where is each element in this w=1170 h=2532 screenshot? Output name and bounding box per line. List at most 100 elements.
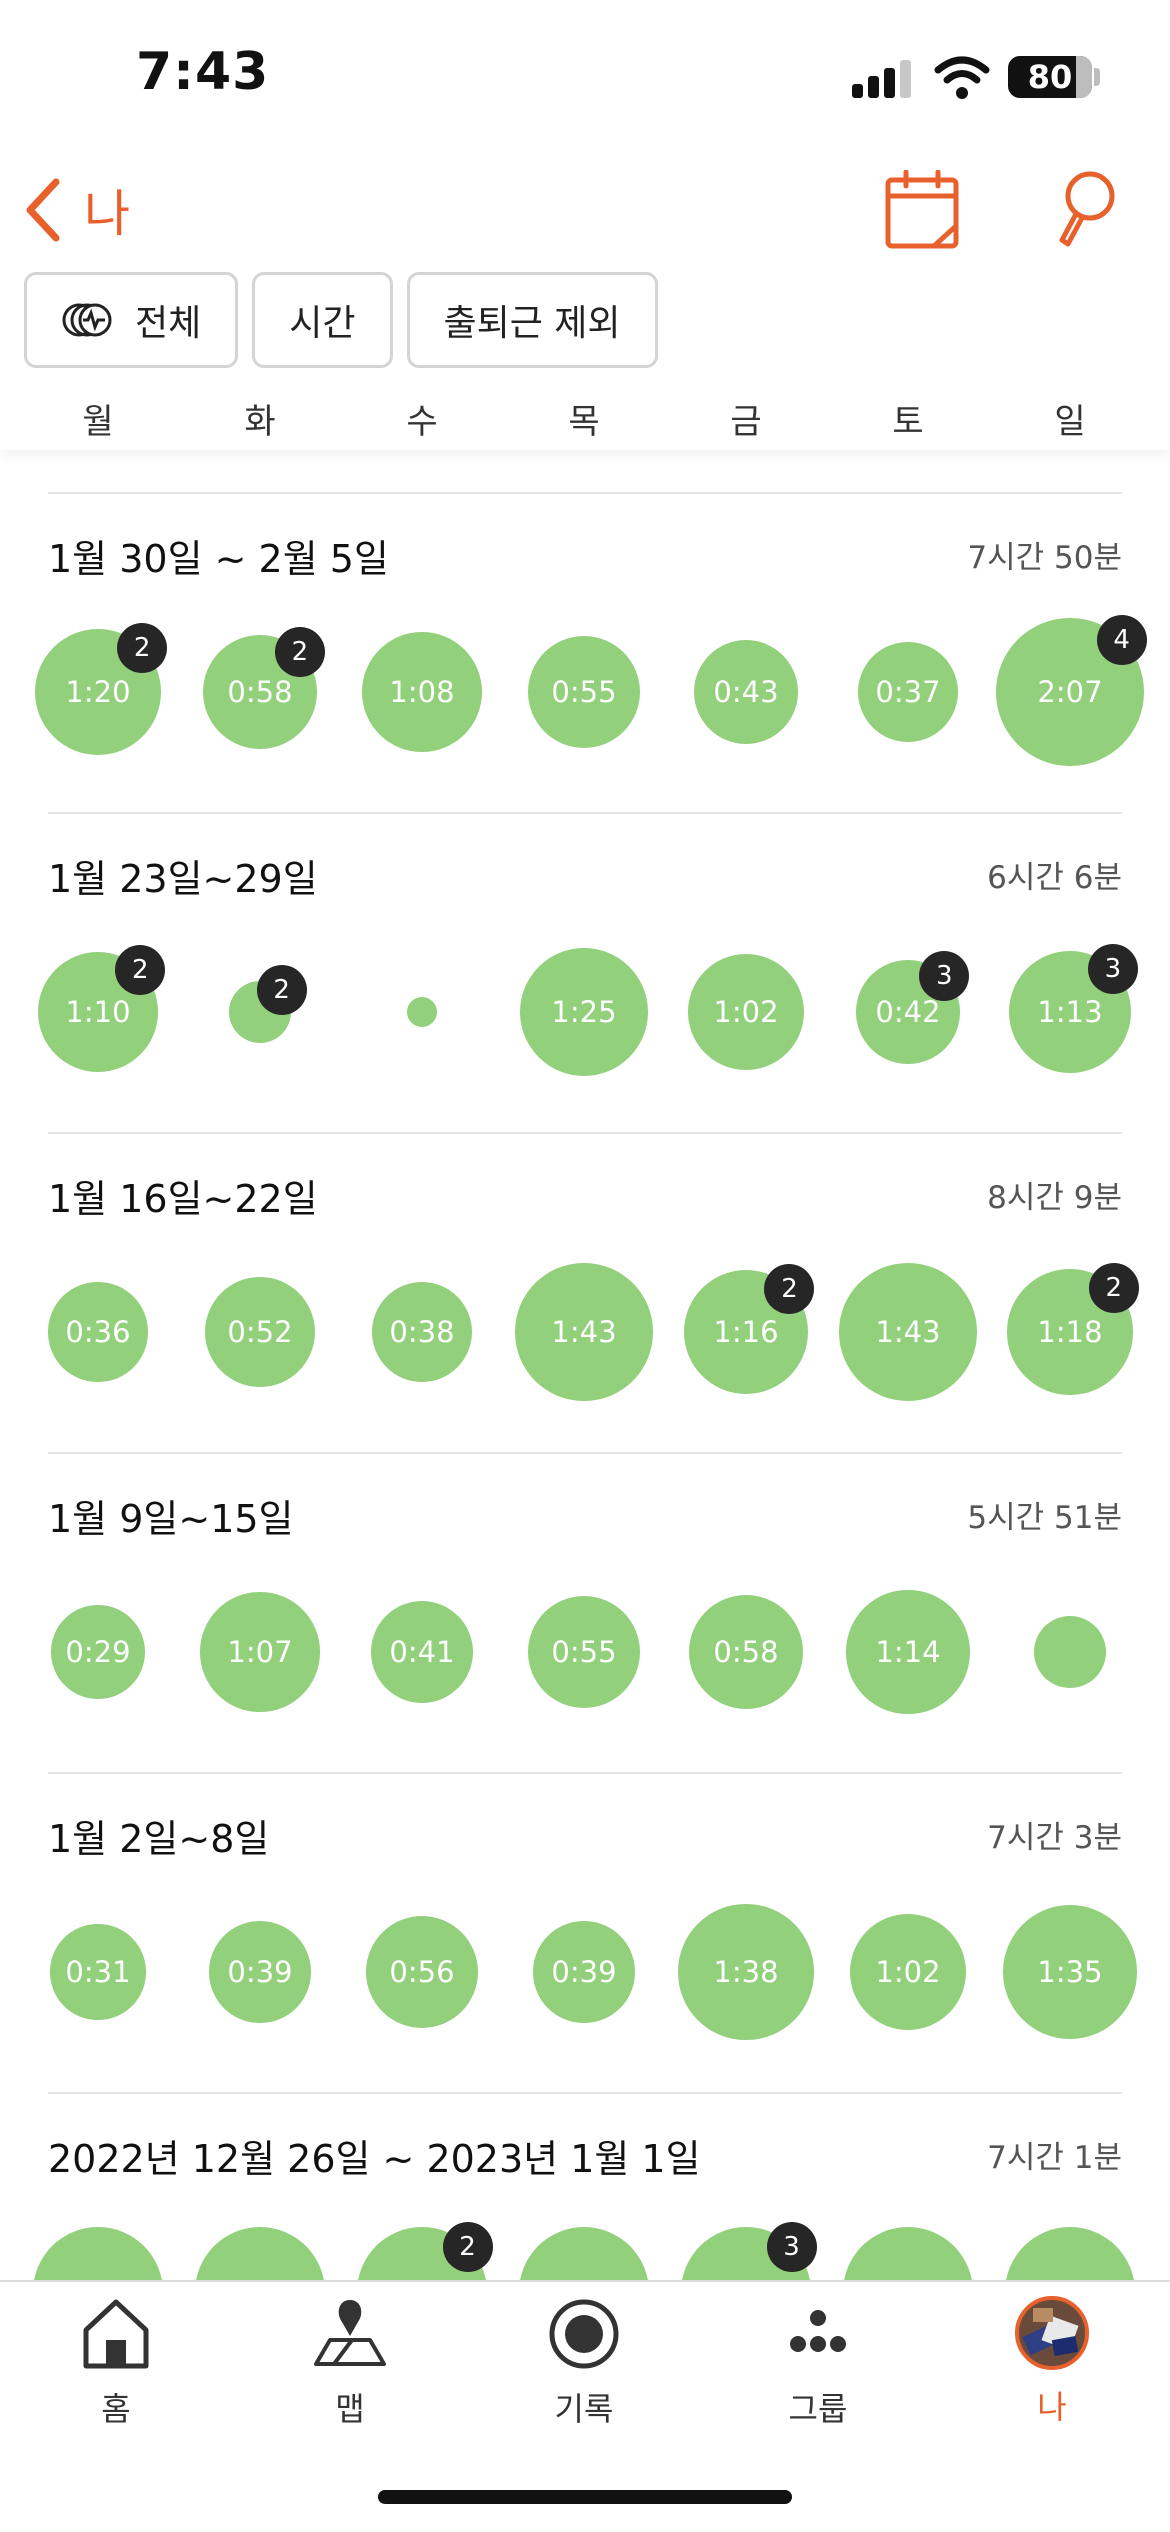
day-activity-bubble[interactable]: 1:25 (519, 947, 649, 1077)
activity-count-badge: 2 (1088, 1263, 1139, 1314)
day-activity-bubble[interactable]: 0:43 (693, 639, 799, 745)
week-section[interactable]: 1월 16일~22일 8시간 9분 0:36 0:52 0:38 1:43 1:16 2 1:4… (0, 1132, 1170, 1452)
nav-bar: 나 (0, 160, 1170, 270)
day-activity-bubble[interactable]: 0:55 (527, 635, 641, 749)
activity-count-badge: 2 (117, 622, 168, 673)
tab-record[interactable]: 기록 (514, 2296, 654, 2430)
week-divider (48, 1452, 1122, 1454)
week-total: 7시간 1분 (987, 2140, 1122, 2176)
week-divider (48, 2092, 1122, 2094)
week-total: 7시간 50분 (967, 540, 1122, 576)
day-activity-bubble[interactable] (407, 997, 437, 1027)
day-activity-bubble[interactable]: 1:35 (1003, 1905, 1137, 2039)
activity-count-badge: 3 (919, 950, 970, 1001)
week-total: 7시간 3분 (987, 1820, 1122, 1856)
week-total: 6시간 6분 (987, 860, 1122, 896)
tab-map[interactable]: 맵 (280, 2296, 420, 2430)
filter-chip-exclude-commute[interactable]: 출퇴근 제외 (406, 272, 658, 368)
week-divider (48, 812, 1122, 814)
activity-count-badge: 2 (764, 1263, 815, 1314)
status-time: 7:43 (136, 42, 270, 102)
day-activity-bubble[interactable] (1034, 1616, 1106, 1688)
week-title: 1월 2일~8일 (48, 1817, 270, 1861)
tab-label: 맵 (335, 2390, 365, 2428)
tab-label: 그룹 (788, 2390, 848, 2428)
day-activity-bubble[interactable]: 0:56 (365, 1915, 479, 2029)
week-total: 8시간 9분 (987, 1180, 1122, 1216)
home-icon (83, 2299, 149, 2369)
avatar (1015, 2296, 1089, 2370)
activity-count-badge: 4 (1096, 615, 1147, 666)
day-activity-bubble[interactable]: 1:14 (846, 1590, 970, 1714)
day-activity-bubble[interactable]: 1:07 (200, 1592, 320, 1712)
week-section[interactable]: 1월 9일~15일 5시간 51분 0:29 1:07 0:41 0:55 0:58 1:14 (0, 1452, 1170, 1772)
day-activity-bubble[interactable]: 0:29 (51, 1605, 145, 1699)
activity-count-badge: 2 (442, 2221, 493, 2272)
day-activity-bubble[interactable]: 0:36 (48, 1282, 148, 1382)
activity-count-badge: 2 (115, 944, 166, 995)
week-title: 2022년 12월 26일 ~ 2023년 1월 1일 (48, 2137, 701, 2181)
week-section[interactable]: 1월 30일 ~ 2월 5일 7시간 50분 1:20 2 0:58 2 1:08 0:55 0… (0, 492, 1170, 812)
day-activity-bubble[interactable]: 0:39 (533, 1921, 635, 2023)
back-label: 나 (84, 185, 130, 243)
filter-chips: 전체 시간 출퇴근 제외 (24, 272, 658, 368)
map-icon (314, 2300, 386, 2366)
tab-group[interactable]: 그룹 (748, 2296, 888, 2430)
day-activity-bubble[interactable]: 0:39 (209, 1921, 311, 2023)
week-section[interactable]: 1월 2일~8일 7시간 3분 0:31 0:39 0:56 0:39 1:38 1:02 1:… (0, 1772, 1170, 2092)
weekday-label: 월 (82, 402, 114, 442)
day-activity-bubble[interactable]: 0:31 (50, 1924, 146, 2020)
wifi-icon (934, 56, 990, 99)
day-activity-bubble[interactable]: 1:43 (839, 1263, 977, 1401)
filter-chip-label: 전체 (135, 303, 202, 344)
day-activity-bubble[interactable]: 0:58 (688, 1594, 804, 1710)
filter-chip-label: 시간 (289, 303, 356, 344)
battery-indicator: 80 (1008, 56, 1092, 98)
weekday-label: 일 (1054, 402, 1086, 442)
week-section[interactable]: 1월 23일~29일 6시간 6분 1:10 2 2 1:25 1:02 0:42 3 1:13 3 (0, 812, 1170, 1132)
day-activity-bubble[interactable]: 0:38 (371, 1281, 473, 1383)
filter-chip-all[interactable]: 전체 (24, 272, 239, 368)
activity-count-badge: 2 (256, 965, 307, 1016)
day-activity-bubble[interactable]: 1:43 (515, 1263, 653, 1401)
activity-mix-icon (62, 303, 112, 337)
week-title: 1월 16일~22일 (48, 1177, 318, 1221)
week-divider (48, 1132, 1122, 1134)
status-bar: 7:43 80 (0, 0, 1170, 150)
tab-me[interactable]: 나 (982, 2296, 1122, 2428)
weekday-header: 월 화 수 목 금 토 일 (0, 380, 1170, 450)
chevron-left-icon (26, 178, 60, 242)
battery-tip (1094, 68, 1100, 86)
weekday-label: 금 (730, 402, 762, 442)
record-icon (549, 2299, 619, 2369)
tab-label: 나 (1037, 2388, 1067, 2426)
day-activity-bubble[interactable]: 1:02 (687, 953, 805, 1071)
group-icon (790, 2310, 846, 2352)
day-activity-bubble[interactable]: 1:08 (362, 632, 482, 752)
activity-count-badge: 3 (766, 2221, 817, 2272)
calendar-icon[interactable] (884, 170, 960, 250)
activity-count-badge: 3 (1087, 944, 1138, 995)
week-divider (48, 492, 1122, 494)
week-title: 1월 30일 ~ 2월 5일 (48, 537, 389, 581)
day-activity-bubble[interactable]: 1:02 (849, 1913, 967, 2031)
day-activity-bubble[interactable]: 0:52 (204, 1276, 316, 1388)
search-icon[interactable] (1052, 170, 1116, 250)
week-total: 5시간 51분 (967, 1500, 1122, 1536)
cellular-signal-icon (852, 60, 914, 98)
filter-chip-time[interactable]: 시간 (252, 272, 393, 368)
week-title: 1월 23일~29일 (48, 857, 318, 901)
home-indicator (378, 2490, 792, 2504)
filter-chip-label: 출퇴근 제외 (443, 303, 621, 344)
activity-count-badge: 2 (274, 627, 325, 678)
day-activity-bubble[interactable]: 0:41 (370, 1600, 474, 1704)
weekday-label: 토 (892, 402, 924, 442)
day-activity-bubble[interactable]: 0:55 (527, 1595, 641, 1709)
weekday-label: 수 (406, 402, 438, 442)
day-activity-bubble[interactable]: 1:38 (678, 1904, 814, 2040)
tab-home[interactable]: 홈 (46, 2296, 186, 2430)
week-title: 1월 9일~15일 (48, 1497, 294, 1541)
tab-label: 홈 (101, 2390, 131, 2428)
back-button[interactable]: 나 (22, 160, 130, 260)
day-activity-bubble[interactable]: 0:37 (858, 642, 958, 742)
